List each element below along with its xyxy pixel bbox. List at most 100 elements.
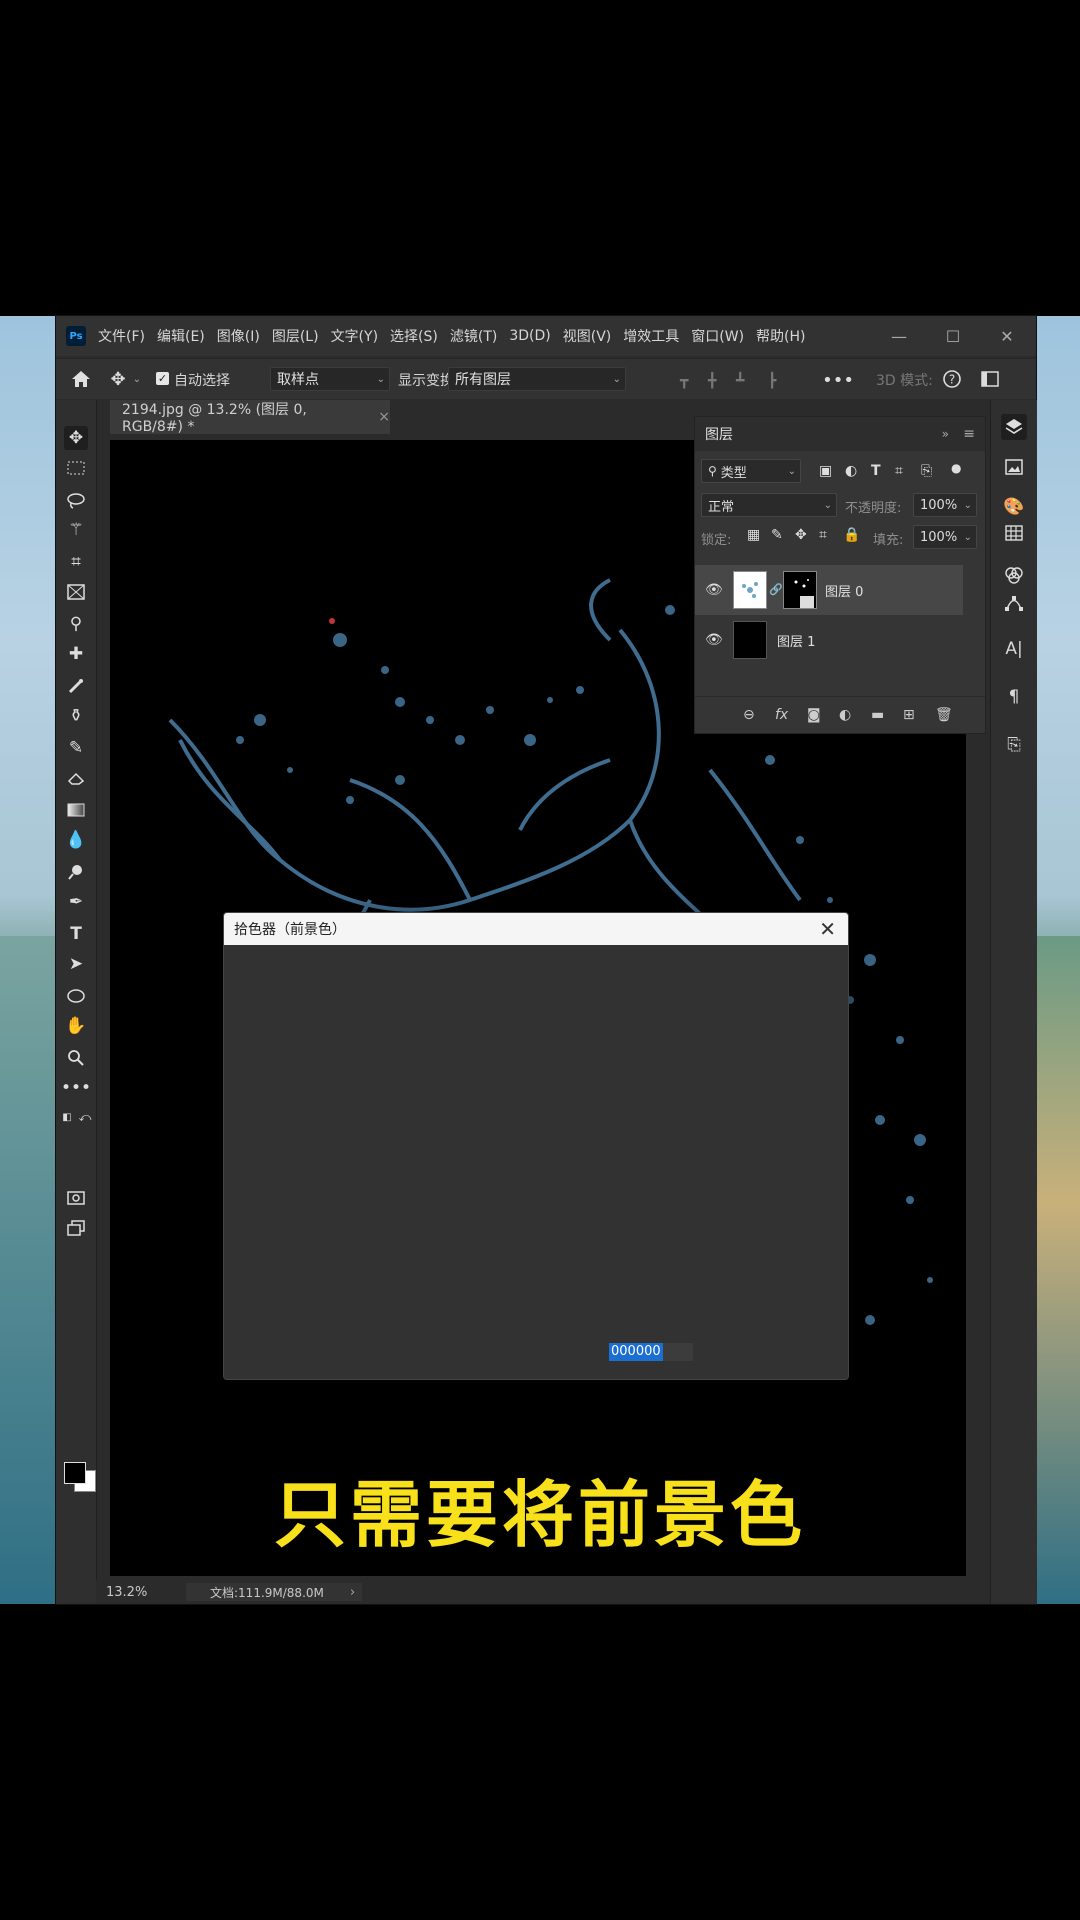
align-top-icon[interactable]: ┳: [680, 373, 698, 389]
visibility-eye-icon[interactable]: 👁: [705, 632, 723, 648]
opacity-input[interactable]: 100% ⌄: [913, 493, 977, 517]
more-options-icon[interactable]: •••: [822, 370, 854, 391]
adjustment-layer-icon[interactable]: ◐: [839, 707, 851, 723]
align-left-icon[interactable]: ┣: [768, 373, 786, 389]
ellipse-tool-icon[interactable]: [64, 984, 88, 1008]
document-tab[interactable]: 2194.jpg @ 13.2% (图层 0, RGB/8#) * ×: [110, 400, 390, 435]
hand-tool-icon[interactable]: ✋: [64, 1014, 88, 1038]
minimize-button[interactable]: —: [874, 322, 924, 350]
new-layer-icon[interactable]: ⊞: [903, 707, 915, 723]
menu-view[interactable]: 视图(V): [563, 326, 612, 346]
link-layers-icon[interactable]: ⊖: [743, 707, 755, 723]
layer-row[interactable]: 👁 图层 1: [695, 615, 985, 665]
menu-plugins[interactable]: 增效工具: [623, 326, 679, 346]
filter-shape-icon[interactable]: ⌗: [895, 463, 903, 479]
layers-panel-title[interactable]: 图层: [705, 424, 733, 444]
crop-tool-icon[interactable]: ⌗: [64, 550, 88, 574]
lock-artboard-icon[interactable]: ⌗: [819, 527, 827, 543]
magic-wand-tool-icon[interactable]: ⚚: [64, 518, 88, 542]
menu-select[interactable]: 选择(S): [390, 326, 438, 346]
channels-icon[interactable]: [1001, 562, 1027, 588]
menu-layer[interactable]: 图层(L): [272, 326, 319, 346]
fill-input[interactable]: 100% ⌄: [913, 525, 977, 549]
menu-help[interactable]: 帮助(H): [756, 326, 805, 346]
close-tab-icon[interactable]: ×: [378, 409, 390, 425]
dodge-tool-icon[interactable]: [64, 860, 88, 884]
blend-mode-select[interactable]: 正常 ⌄: [701, 493, 837, 517]
menu-edit[interactable]: 编辑(E): [157, 326, 205, 346]
history-icon[interactable]: ⎘: [1001, 732, 1027, 758]
layer-row[interactable]: 👁 🔗 图层 0: [695, 565, 963, 615]
maximize-button[interactable]: ☐: [928, 322, 978, 350]
more-tools-icon[interactable]: •••: [61, 1076, 91, 1100]
align-bottom-icon[interactable]: ┻: [736, 373, 754, 389]
menu-type[interactable]: 文字(Y): [331, 326, 378, 346]
layers-panel-icon[interactable]: [1001, 414, 1027, 440]
home-icon[interactable]: [68, 367, 94, 391]
layer-name[interactable]: 图层 0: [825, 581, 863, 600]
filter-type-icon[interactable]: T: [871, 463, 881, 479]
lock-image-icon[interactable]: ✎: [771, 527, 783, 543]
layer-filter-select[interactable]: ⚲ 类型 ⌄: [701, 459, 801, 483]
filter-adjustment-icon[interactable]: ◐: [845, 463, 857, 479]
layer-style-icon[interactable]: fx: [775, 707, 788, 723]
lasso-tool-icon[interactable]: [64, 488, 88, 512]
menu-window[interactable]: 窗口(W): [691, 326, 744, 346]
quick-mask-icon[interactable]: [64, 1186, 88, 1210]
chevron-down-icon[interactable]: ⌄: [130, 369, 144, 389]
mask-link-icon[interactable]: 🔗: [769, 583, 783, 596]
default-colors-icon[interactable]: ◧: [60, 1110, 74, 1124]
close-dialog-icon[interactable]: ✕: [819, 917, 836, 941]
screen-mode-icon[interactable]: [64, 1216, 88, 1240]
layer-mask-thumbnail[interactable]: [783, 571, 817, 609]
filter-smart-object-icon[interactable]: ⎘: [921, 463, 932, 479]
filter-pixel-icon[interactable]: ▣: [819, 463, 832, 479]
gradient-tool-icon[interactable]: [64, 798, 88, 822]
sample-point-select[interactable]: 取样点 ⌄: [270, 367, 390, 391]
character-icon[interactable]: A|: [1001, 636, 1027, 662]
zoom-tool-icon[interactable]: [64, 1046, 88, 1070]
visibility-eye-icon[interactable]: 👁: [705, 582, 723, 598]
help-icon[interactable]: ?: [940, 367, 964, 391]
filter-toggle-icon[interactable]: ●: [951, 461, 961, 475]
menu-filter[interactable]: 滤镜(T): [450, 326, 497, 346]
frame-tool-icon[interactable]: [64, 580, 88, 604]
eyedropper-tool-icon[interactable]: ⚲: [64, 612, 88, 636]
move-tool-icon[interactable]: ✥: [106, 367, 130, 391]
paragraph-icon[interactable]: ¶: [1001, 684, 1027, 710]
collapse-panel-icon[interactable]: »: [942, 427, 949, 441]
align-middle-icon[interactable]: ╋: [708, 373, 726, 389]
layers-scope-select[interactable]: 所有图层 ⌄: [448, 367, 626, 391]
status-menu-arrow[interactable]: ›: [350, 1585, 355, 1600]
libraries-icon[interactable]: [1001, 454, 1027, 480]
marquee-tool-icon[interactable]: [64, 456, 88, 480]
menu-file[interactable]: 文件(F): [98, 326, 145, 346]
add-mask-icon[interactable]: ◙: [807, 707, 821, 723]
zoom-level[interactable]: 13.2%: [106, 1585, 147, 1600]
close-window-button[interactable]: ✕: [982, 322, 1032, 350]
workspace-icon[interactable]: [978, 367, 1002, 391]
delete-layer-icon[interactable]: 🗑: [935, 707, 953, 723]
lock-position-icon[interactable]: ✥: [795, 527, 807, 543]
blur-tool-icon[interactable]: 💧: [64, 828, 88, 852]
lock-transparent-icon[interactable]: ▦: [747, 527, 760, 543]
lock-all-icon[interactable]: 🔒: [843, 527, 860, 543]
stamp-tool-icon[interactable]: ⚱: [64, 704, 88, 728]
eraser-tool-icon[interactable]: [64, 766, 88, 790]
move-tool-icon[interactable]: ✥: [64, 426, 88, 450]
brush-tool-icon[interactable]: [64, 674, 88, 698]
history-brush-tool-icon[interactable]: ✎: [64, 736, 88, 760]
healing-brush-tool-icon[interactable]: ✚: [64, 642, 88, 666]
menu-image[interactable]: 图像(I): [217, 326, 260, 346]
hex-color-input[interactable]: 000000: [609, 1343, 693, 1361]
type-tool-icon[interactable]: T: [64, 922, 88, 946]
swatches-grid-icon[interactable]: [1001, 520, 1027, 546]
layer-name[interactable]: 图层 1: [777, 631, 815, 650]
swap-colors-icon[interactable]: ⤺: [78, 1110, 92, 1124]
color-palette-icon[interactable]: 🎨: [1001, 494, 1027, 520]
auto-select-checkbox[interactable]: ✓: [156, 372, 169, 385]
panel-menu-icon[interactable]: ≡: [963, 426, 975, 442]
new-group-icon[interactable]: ▬: [871, 707, 884, 723]
pen-tool-icon[interactable]: ✒: [64, 890, 88, 914]
paths-icon[interactable]: [1001, 590, 1027, 616]
